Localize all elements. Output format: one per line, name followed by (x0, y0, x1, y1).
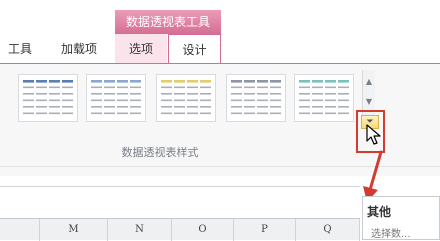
column-m-label: M (68, 224, 79, 235)
formula-bar-divider (0, 186, 360, 187)
column-n-label: N (135, 224, 144, 235)
pivot-style-thumbnail-2[interactable] (86, 74, 146, 122)
tab-design[interactable]: 设计 (168, 34, 221, 65)
tab-options[interactable]: 选项 (115, 34, 167, 64)
column-header-p[interactable]: P (234, 219, 296, 241)
ribbon-tab-row: 工具 加载项 选项 设计 (0, 34, 440, 65)
mouse-cursor-icon (366, 124, 381, 145)
column-header-q[interactable]: Q (296, 219, 360, 241)
style-2-preview-icon (91, 80, 141, 115)
tab-options-label: 选项 (128, 42, 153, 56)
column-header-n[interactable]: N (108, 219, 172, 241)
scroll-down-icon[interactable]: ▼ (365, 98, 373, 106)
style-3-preview-icon (161, 80, 211, 115)
column-header-row: L M N O P Q (0, 218, 360, 241)
scroll-up-icon[interactable]: ▲ (365, 78, 373, 86)
tooltip-description: 选择数... (371, 229, 411, 240)
column-q-label: Q (323, 224, 332, 235)
tooltip-title: 其他 (367, 205, 392, 219)
tab-tools-label: 工具 (7, 42, 32, 56)
tab-add-ins[interactable]: 加载项 (48, 34, 110, 64)
style-5-preview-icon (299, 80, 349, 115)
column-p-label: P (261, 224, 268, 235)
pivottable-tools-context-header: 数据透视表工具 (115, 10, 221, 34)
style-4-preview-icon (231, 80, 281, 115)
style-1-preview-icon (23, 80, 73, 115)
tab-design-label: 设计 (182, 43, 207, 57)
column-o-label: O (198, 224, 207, 235)
column-header-l[interactable]: L (0, 219, 40, 241)
pivottable-styles-group-label: 数据透视表样式 (121, 146, 199, 159)
column-header-m[interactable]: M (40, 219, 108, 241)
more-styles-tooltip: 其他 选择数... (362, 196, 440, 240)
pivot-style-thumbnail-3[interactable] (156, 74, 216, 122)
pivot-style-thumbnail-5[interactable] (294, 74, 354, 122)
tab-add-ins-label: 加载项 (60, 42, 97, 56)
pivot-style-thumbnail-4[interactable] (226, 74, 286, 122)
pivot-style-thumbnail-1[interactable] (18, 74, 78, 122)
tab-tools[interactable]: 工具 (0, 34, 40, 64)
column-header-o[interactable]: O (172, 219, 234, 241)
